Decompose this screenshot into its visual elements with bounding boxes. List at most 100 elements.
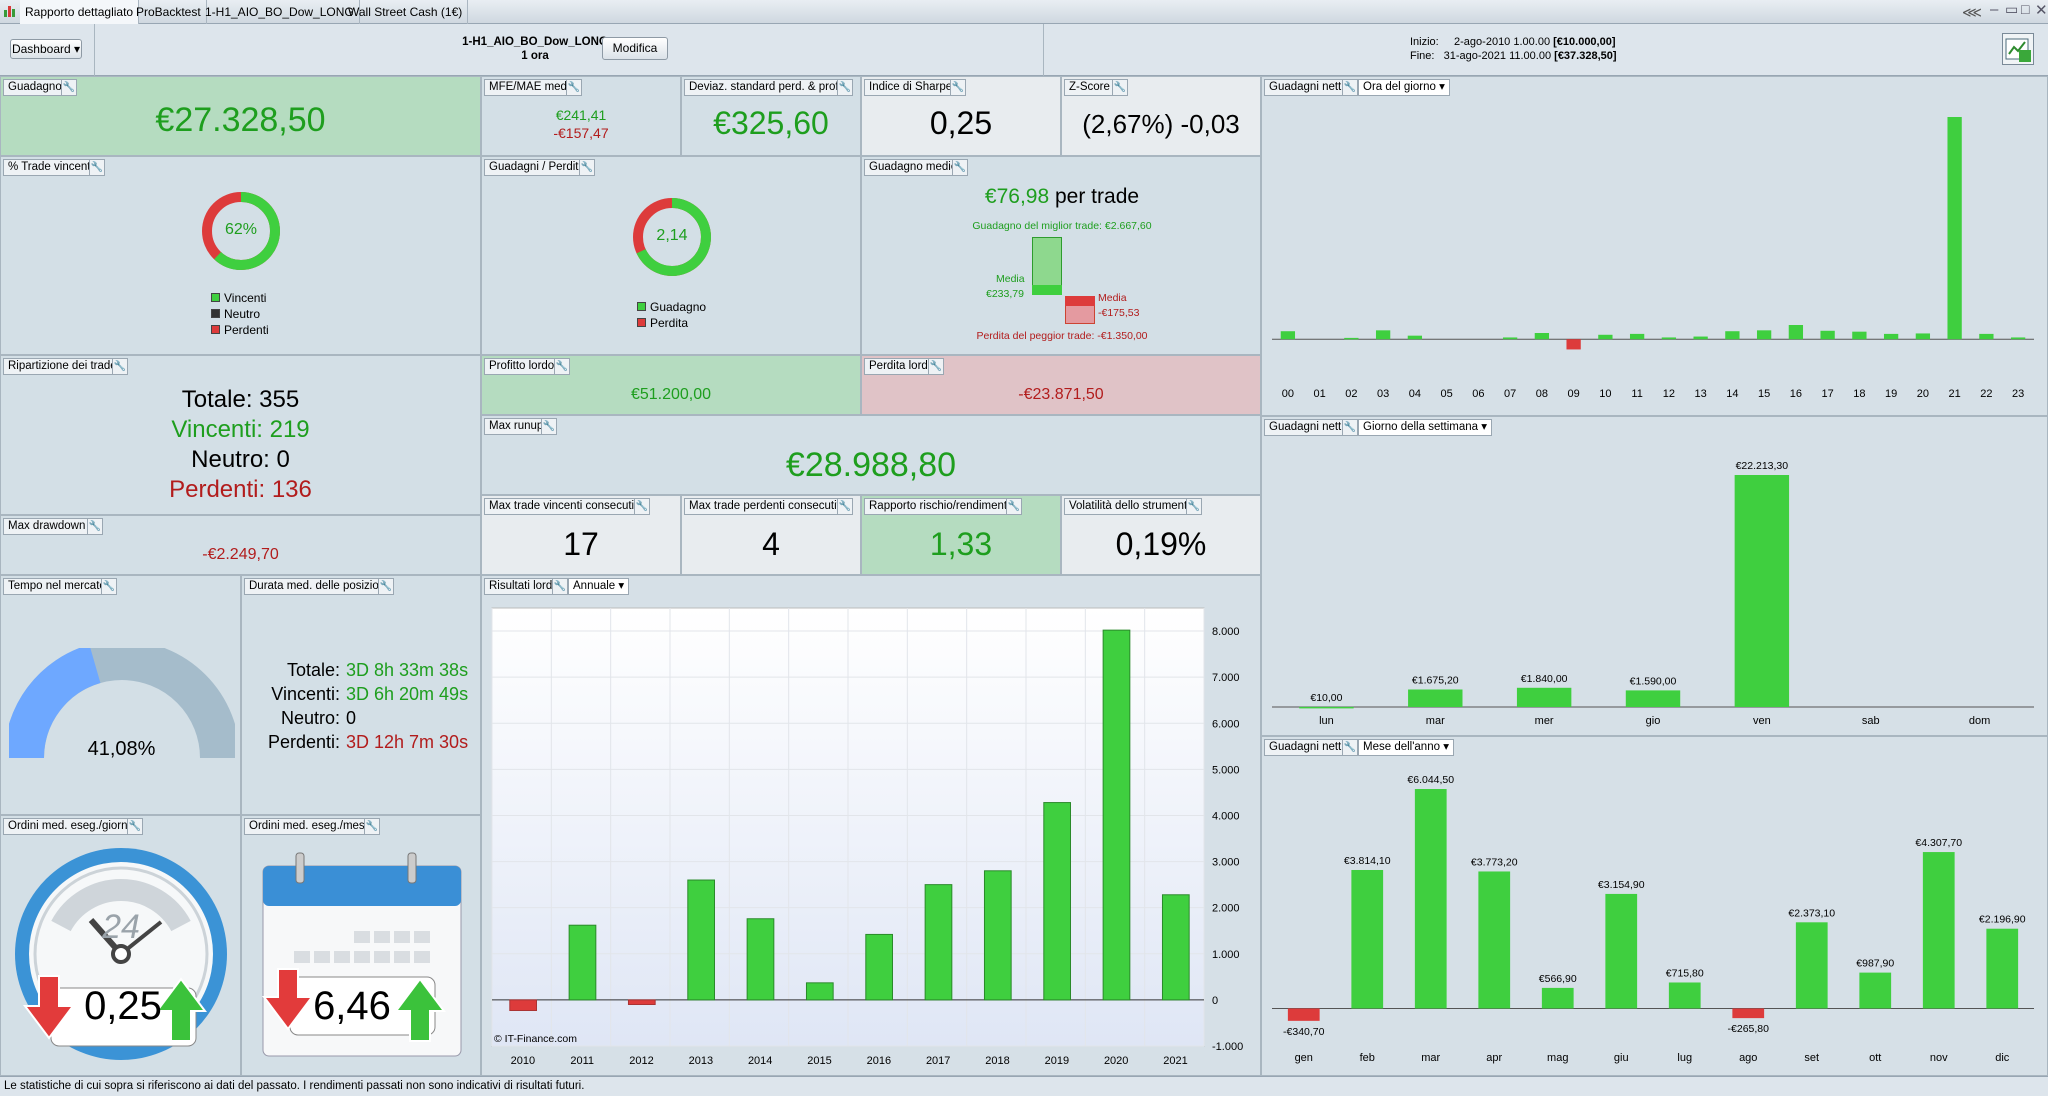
data-label: €2.373,10 (1788, 907, 1835, 919)
avg-win-value: €233,79 (986, 288, 1024, 300)
x-tick-label: lug (1677, 1052, 1692, 1064)
avg-loss-bar (1065, 296, 1095, 306)
avg-win-label: Media (996, 273, 1025, 285)
tab-instrument[interactable]: Wall Street Cash (1€) (343, 0, 469, 24)
x-tick-label: mar (1426, 715, 1445, 727)
panel-title: Guadagni netti (1264, 419, 1349, 436)
minimize-icon[interactable]: – (1990, 1, 1998, 18)
wrench-icon[interactable]: 🔧 (378, 578, 394, 595)
dashboard-dropdown[interactable]: Dashboard ▾ (10, 39, 82, 59)
bar (1161, 894, 1190, 1001)
bar (1820, 330, 1835, 340)
report-header: Dashboard ▾ 1-H1_AIO_BO_Dow_LONG 1 ora M… (0, 24, 2048, 76)
period-dropdown[interactable]: Annuale ▾ (568, 578, 630, 595)
wrench-icon[interactable]: 🔧 (364, 818, 380, 835)
x-tick-label: 2019 (1045, 1055, 1069, 1067)
panel-consec-win: Max trade vincenti consecutivi 🔧 17 (481, 495, 681, 575)
bar (1668, 982, 1701, 1009)
wrench-icon[interactable]: 🔧 (112, 358, 128, 375)
tab-report[interactable]: Rapporto dettagliato (20, 0, 140, 24)
panel-max-runup: Max runup 🔧 €28.988,80 (481, 415, 1261, 495)
wrench-icon[interactable]: 🔧 (579, 159, 595, 176)
bar (1299, 706, 1354, 709)
gross-profit-value: €51.200,00 (630, 386, 712, 403)
win-pct-value: 62% (224, 221, 258, 238)
gross-results-chart: 8.000 7.000 6.000 5.000 4.000 3.000 2.000 1.000… (491, 607, 1243, 1067)
monthly-dropdown[interactable]: Mese dell'anno ▾ (1358, 739, 1454, 756)
wrench-icon[interactable]: 🔧 (1006, 498, 1022, 515)
wrench-icon[interactable]: 🔧 (1342, 419, 1358, 436)
wrench-icon[interactable]: 🔧 (89, 159, 105, 176)
bar (1629, 333, 1645, 340)
bar (1915, 333, 1931, 340)
bar (1043, 802, 1071, 1001)
std-dev-value: €325,60 (713, 105, 829, 141)
x-tick-label: 2011 (570, 1055, 594, 1067)
wrench-icon[interactable]: 🔧 (928, 358, 944, 375)
avg-gain-value: €76,98 (984, 185, 1050, 208)
wrench-icon[interactable]: 🔧 (634, 498, 650, 515)
panel-title: % Trade vincenti (3, 159, 99, 176)
legend-label: Perdita (650, 316, 689, 330)
edit-button[interactable]: Modifica (602, 37, 668, 60)
bar (1725, 331, 1740, 340)
wrench-icon[interactable]: 🔧 (1342, 79, 1358, 96)
restore-icon[interactable]: ▭ (2005, 1, 2018, 18)
wrench-icon[interactable]: 🔧 (541, 418, 557, 435)
panel-title: Z-Score (1064, 79, 1115, 96)
wrench-icon[interactable]: 🔧 (1186, 498, 1202, 515)
x-tick-label: sab (1862, 715, 1880, 727)
bar (1541, 987, 1574, 1009)
wrench-icon[interactable]: 🔧 (87, 518, 103, 535)
data-label: €3.154,90 (1598, 879, 1645, 891)
wrench-icon[interactable]: 🔧 (837, 79, 853, 96)
panel-title: Ordini med. eseg./mese (244, 818, 377, 835)
panel-monthly: Guadagni netti 🔧 Mese dell'anno ▾ gen -€3… (1261, 736, 2048, 1076)
y-tick-label: -1.000 (1212, 1041, 1243, 1053)
bar (1407, 335, 1423, 340)
wrench-icon[interactable]: 🔧 (127, 818, 143, 835)
dashboard-label: Dashboard (11, 42, 71, 56)
tab-probacktest[interactable]: ProBacktest (131, 0, 207, 24)
chart-app-icon (3, 4, 17, 18)
y-tick-label: 5.000 (1212, 764, 1240, 776)
panel-avg-gain: Guadagno medio 🔧 €76,98 per trade Guadag… (861, 156, 1261, 355)
y-tick-label: 7.000 (1212, 672, 1240, 684)
panel-title: Deviaz. standard perd. & prof. (684, 79, 847, 96)
breakdown-winners: Vincenti: 219 (171, 416, 310, 443)
panel-title: Guadagno medio (864, 159, 963, 176)
bar (1947, 117, 1962, 340)
wrench-icon[interactable]: 🔧 (1112, 79, 1128, 96)
zscore-value: (2,67%) -0,03 (1082, 109, 1240, 139)
bar (1795, 922, 1828, 1009)
wrench-icon[interactable]: 🔧 (552, 578, 568, 595)
tab-strategy[interactable]: 1-H1_AIO_BO_Dow_LONG (200, 0, 360, 24)
wrench-icon[interactable]: 🔧 (837, 498, 853, 515)
wrench-icon[interactable]: 🔧 (566, 79, 582, 96)
x-tick-label: feb (1360, 1052, 1375, 1064)
wrench-icon[interactable]: 🔧 (1342, 739, 1358, 756)
hourly-chart: 00 01 02 03 04 05 06 07 08 09 10 11 12 13 14 15 16 17 18 19… (1272, 117, 2034, 400)
x-tick-label: 23 (2012, 388, 2024, 400)
wrench-icon[interactable]: 🔧 (61, 79, 77, 96)
legend-swatch (211, 325, 220, 334)
legend-swatch (637, 318, 646, 327)
x-tick-label: 2016 (867, 1055, 891, 1067)
data-label: €715,80 (1666, 967, 1704, 979)
maximize-icon[interactable]: □ (2021, 1, 2029, 17)
close-icon[interactable]: ✕ (2035, 1, 2048, 19)
report-icon[interactable] (2002, 33, 2034, 65)
wrench-icon[interactable]: 🔧 (950, 79, 966, 96)
y-tick-label: 0 (1212, 995, 1218, 1007)
wrench-icon[interactable]: 🔧 (952, 159, 968, 176)
data-label: €2.196,90 (1979, 914, 2026, 926)
panel-std-dev: Deviaz. standard perd. & prof. 🔧 €325,60 (681, 76, 861, 156)
hourly-dropdown[interactable]: Ora del giorno ▾ (1358, 79, 1450, 96)
bar (1351, 869, 1384, 1009)
x-tick-label: 2014 (748, 1055, 772, 1067)
weekday-dropdown[interactable]: Giorno della settimana ▾ (1358, 419, 1493, 436)
x-tick-label: ott (1869, 1052, 1881, 1064)
share-icon[interactable]: ⋘ (1962, 4, 1982, 21)
wrench-icon[interactable]: 🔧 (554, 358, 570, 375)
wrench-icon[interactable]: 🔧 (101, 578, 117, 595)
